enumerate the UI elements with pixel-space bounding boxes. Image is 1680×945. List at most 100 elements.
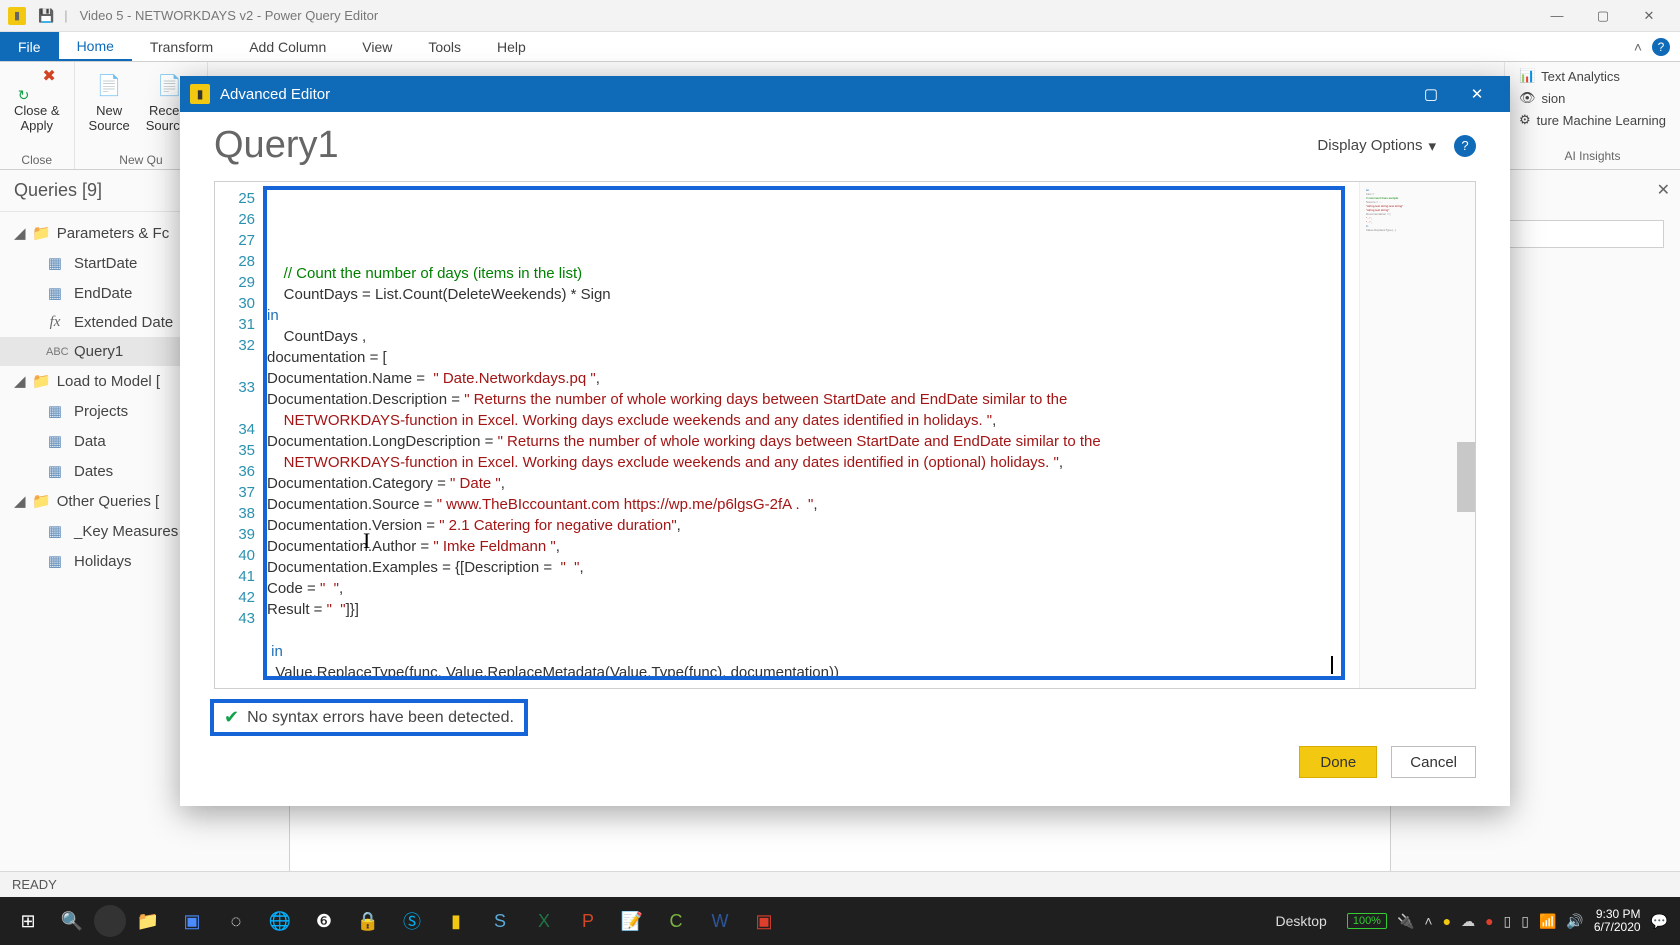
taskbar-app-1[interactable]: [94, 905, 126, 937]
tab-home[interactable]: Home: [59, 32, 132, 61]
tray-icon-4[interactable]: ▯: [1504, 913, 1512, 930]
app-titlebar: ▮ 💾 | Video 5 - NETWORKDAYS v2 - Power Q…: [0, 0, 1680, 32]
done-button[interactable]: Done: [1299, 746, 1377, 778]
text-analytics-button[interactable]: 📊Text Analytics: [1519, 68, 1666, 84]
query-item-label: StartDate: [74, 255, 137, 272]
group-label: Load to Model [: [57, 373, 160, 390]
zoom-icon[interactable]: ▣: [170, 901, 214, 941]
editor-code-area[interactable]: I // Count the number of days (items in …: [263, 182, 1359, 688]
advanced-editor-dialog: ▮ Advanced Editor ▢ ✕ Query1 Display Opt…: [180, 76, 1510, 806]
dialog-title: Advanced Editor: [220, 86, 330, 103]
window-title: Video 5 - NETWORKDAYS v2 - Power Query E…: [80, 8, 379, 23]
close-apply-icon: ✖ ↻: [20, 68, 54, 102]
query-item-label: Dates: [74, 463, 113, 480]
dialog-close-button[interactable]: ✕: [1454, 76, 1500, 112]
tray-chevron-icon[interactable]: ˄: [1424, 913, 1432, 929]
file-tab[interactable]: File: [0, 32, 59, 61]
query-item-icon: ▦: [46, 522, 64, 540]
tray-icon-5[interactable]: ▯: [1521, 913, 1529, 930]
tray-icon-3[interactable]: ●: [1485, 913, 1493, 929]
tab-add-column[interactable]: Add Column: [231, 32, 344, 61]
tray-icon-2[interactable]: ☁: [1461, 913, 1475, 930]
dialog-help-icon[interactable]: ?: [1454, 135, 1476, 157]
chrome-icon[interactable]: 🌐: [258, 901, 302, 941]
dialog-header: Query1 Display Options▾ ?: [180, 112, 1510, 175]
tab-help[interactable]: Help: [479, 32, 544, 61]
query-name-heading: Query1: [214, 124, 339, 167]
query-item-icon: ▦: [46, 254, 64, 272]
windows-taskbar: ⊞ 🔍 📁 ▣ ◌ 🌐 ❻ 🔒 Ⓢ ▮ S X P 📝 C W ▣ Deskto…: [0, 897, 1680, 945]
query-item-label: EndDate: [74, 285, 132, 302]
ribbon-group-label-close: Close: [21, 151, 52, 167]
query-item-icon: ▦: [46, 402, 64, 420]
vision-button[interactable]: 👁sion: [1519, 90, 1666, 106]
minimap-scroll-thumb[interactable]: [1457, 442, 1475, 512]
tray-icon-1[interactable]: ●: [1443, 913, 1451, 929]
syntax-status-text: No syntax errors have been detected.: [247, 709, 514, 727]
window-maximize-button[interactable]: ▢: [1580, 0, 1626, 32]
azure-ml-icon: ⚙: [1519, 112, 1531, 128]
ribbon-collapse-icon[interactable]: ˄: [1634, 39, 1642, 55]
ribbon-tabstrip: File Home Transform Add Column View Tool…: [0, 32, 1680, 62]
notepad-icon[interactable]: 📝: [610, 901, 654, 941]
notifications-icon[interactable]: 💬: [1651, 913, 1668, 930]
start-button[interactable]: ⊞: [6, 901, 50, 941]
word-icon[interactable]: W: [698, 901, 742, 941]
code-editor[interactable]: 25262728293031323334353637383940414243 I…: [214, 181, 1476, 689]
tab-transform[interactable]: Transform: [132, 32, 231, 61]
editor-caret: [1331, 656, 1333, 674]
show-desktop-label[interactable]: Desktop: [1275, 913, 1326, 929]
camtasia-icon[interactable]: C: [654, 901, 698, 941]
pane-close-icon[interactable]: ✕: [1657, 180, 1670, 200]
query-item-icon: ▦: [46, 432, 64, 450]
powerpoint-icon[interactable]: P: [566, 901, 610, 941]
new-source-icon: 📄: [92, 68, 126, 102]
editor-minimap[interactable]: let func = // comment lines sample Sourc…: [1359, 182, 1475, 688]
search-icon[interactable]: 🔍: [50, 901, 94, 941]
taskbar-app-red[interactable]: ▣: [742, 901, 786, 941]
power-icon[interactable]: 🔌: [1397, 913, 1414, 930]
cancel-button[interactable]: Cancel: [1391, 746, 1476, 778]
query-item-icon: ▦: [46, 284, 64, 302]
azure-ml-button[interactable]: ⚙ture Machine Learning: [1519, 112, 1666, 128]
dialog-maximize-button[interactable]: ▢: [1408, 76, 1454, 112]
vision-icon: 👁: [1519, 90, 1536, 106]
excel-icon[interactable]: X: [522, 901, 566, 941]
window-minimize-button[interactable]: —: [1534, 0, 1580, 32]
taskbar-clock[interactable]: 9:30 PM 6/7/2020: [1594, 908, 1641, 934]
close-apply-button[interactable]: ✖ ↻ Close & Apply: [10, 66, 64, 136]
snagit-icon[interactable]: S: [478, 901, 522, 941]
taskbar-app-4[interactable]: 🔒: [346, 901, 390, 941]
query-item-icon: ▦: [46, 552, 64, 570]
tab-tools[interactable]: Tools: [410, 32, 479, 61]
ribbon-group-label-ai: AI Insights: [1519, 149, 1666, 163]
volume-icon[interactable]: 🔊: [1566, 913, 1583, 930]
titlebar-separator: |: [64, 8, 67, 23]
save-icon[interactable]: 💾: [38, 8, 54, 24]
window-close-button[interactable]: ✕: [1626, 0, 1672, 32]
wifi-icon[interactable]: 📶: [1539, 913, 1556, 930]
fold-icon: ◢: [14, 372, 26, 390]
status-text: READY: [12, 877, 57, 892]
ribbon-group-close: ✖ ↻ Close & Apply Close: [0, 62, 75, 169]
ribbon-help-icon[interactable]: ?: [1652, 38, 1670, 56]
tab-view[interactable]: View: [344, 32, 410, 61]
taskbar-app-3[interactable]: ❻: [302, 901, 346, 941]
query-item-icon: ▦: [46, 462, 64, 480]
file-explorer-icon[interactable]: 📁: [126, 901, 170, 941]
battery-indicator: 100%: [1347, 913, 1387, 929]
fold-icon: ◢: [14, 492, 26, 510]
taskbar-app-2[interactable]: ◌: [214, 901, 258, 941]
powerbi-icon[interactable]: ▮: [434, 901, 478, 941]
query-item-label: _Key Measures: [74, 523, 178, 540]
editor-gutter: 25262728293031323334353637383940414243: [215, 182, 263, 688]
folder-icon: 📁: [32, 492, 51, 510]
query-item-label: Extended Date: [74, 314, 173, 331]
query-item-icon: fx: [46, 314, 64, 331]
skype-icon[interactable]: Ⓢ: [390, 901, 434, 941]
ribbon-group-label-newq: New Qu: [119, 151, 162, 167]
query-item-label: Query1: [74, 343, 123, 360]
new-source-button[interactable]: 📄 New Source: [85, 66, 134, 136]
display-options-dropdown[interactable]: Display Options▾: [1317, 137, 1436, 155]
checkmark-icon: ✔: [224, 707, 239, 728]
